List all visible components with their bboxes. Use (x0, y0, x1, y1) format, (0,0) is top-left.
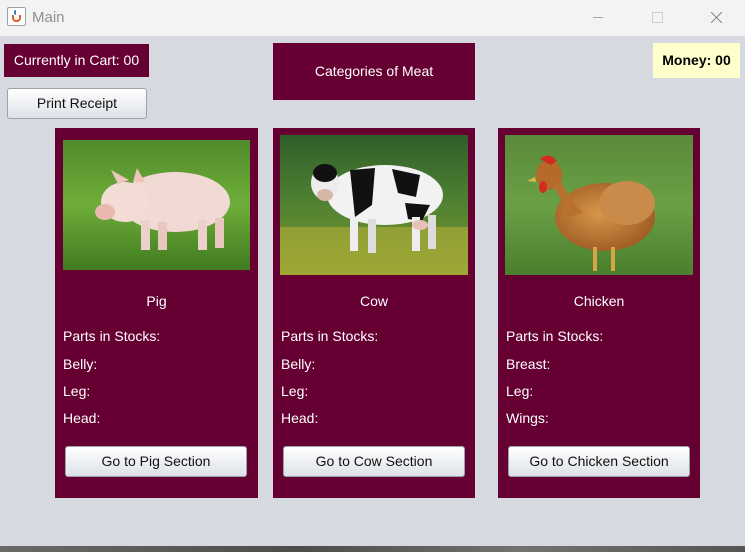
part-label: Leg: (281, 383, 309, 399)
go-to-chicken-section-button[interactable]: Go to Chicken Section (508, 446, 690, 477)
part-label: Leg: (506, 383, 534, 399)
minimize-icon[interactable] (575, 0, 621, 36)
categories-title: Categories of Meat (273, 43, 475, 100)
maximize-icon[interactable] (634, 0, 680, 36)
chicken-image (505, 135, 693, 275)
cow-card: Cow Parts in Stocks: Belly: Leg: Head: G… (273, 128, 475, 498)
part-label: Head: (63, 410, 101, 426)
chicken-card: Chicken Parts in Stocks: Breast: Leg: Wi… (498, 128, 700, 498)
part-label: Wings: (506, 410, 549, 426)
stock-heading: Parts in Stocks: (506, 328, 604, 344)
part-label: Leg: (63, 383, 91, 399)
close-icon[interactable] (692, 0, 738, 36)
stock-heading: Parts in Stocks: (63, 328, 161, 344)
go-to-pig-section-button[interactable]: Go to Pig Section (65, 446, 247, 477)
part-label: Belly: (63, 356, 98, 372)
stock-heading: Parts in Stocks: (281, 328, 379, 344)
part-label: Belly: (281, 356, 316, 372)
pig-image (63, 140, 250, 270)
card-title: Chicken (573, 293, 625, 309)
print-receipt-button[interactable]: Print Receipt (7, 88, 147, 119)
cart-count-label: Currently in Cart: 00 (4, 44, 149, 77)
title-bar: Main (0, 0, 745, 36)
card-title: Pig (146, 293, 167, 309)
main-window: Main Currently in Cart: 00 Categories of… (0, 0, 745, 546)
window-title: Main (32, 9, 65, 26)
money-label: Money: 00 (653, 43, 740, 78)
part-label: Breast: (506, 356, 551, 372)
pig-card: Pig Parts in Stocks: Belly: Leg: Head: G… (55, 128, 258, 498)
part-label: Head: (281, 410, 319, 426)
desktop-background-strip (0, 546, 745, 552)
card-title: Cow (359, 293, 388, 309)
java-cup-icon (7, 7, 26, 26)
cow-image (280, 135, 468, 275)
go-to-cow-section-button[interactable]: Go to Cow Section (283, 446, 465, 477)
